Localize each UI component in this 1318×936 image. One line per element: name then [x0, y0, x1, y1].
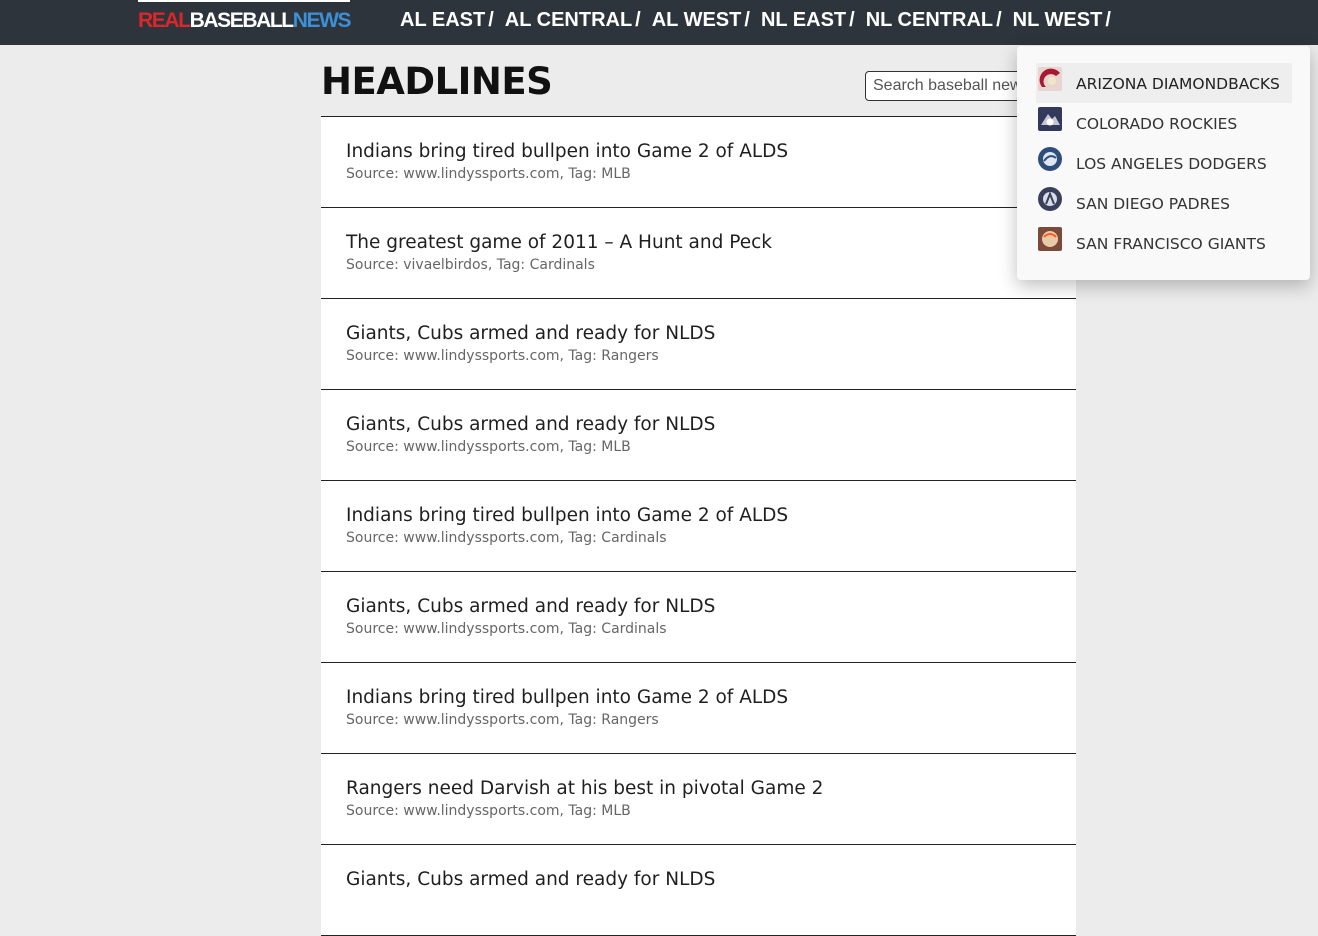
headline-meta: Source: www.lindyssports.com, Tag: MLB: [346, 439, 631, 455]
dropdown-item-colorado-rockies[interactable]: COLORADO ROCKIES: [1036, 103, 1292, 143]
headline-title[interactable]: Indians bring tired bullpen into Game 2 …: [346, 505, 788, 526]
dropdown-item-label: LOS ANGELES DODGERS: [1076, 155, 1267, 173]
headline-meta: Source: www.lindyssports.com, Tag: Range…: [346, 348, 659, 364]
headline-row[interactable]: Giants, Cubs armed and ready for NLDS: [321, 845, 1076, 936]
team-dropdown-menu: ARIZONA DIAMONDBACKS COLORADO ROCKIES LO…: [1017, 46, 1310, 280]
dropdown-item-label: SAN FRANCISCO GIANTS: [1076, 235, 1266, 253]
division-nav: AL EAST / AL CENTRAL / AL WEST / NL EAST / N…: [400, 0, 1122, 40]
headline-title[interactable]: Giants, Cubs armed and ready for NLDS: [346, 414, 715, 435]
headline-row[interactable]: Indians bring tired bullpen into Game 2 …: [321, 663, 1076, 754]
headline-title[interactable]: Rangers need Darvish at his best in pivo…: [346, 778, 823, 799]
dropdown-item-arizona-diamondbacks[interactable]: ARIZONA DIAMONDBACKS: [1036, 63, 1292, 103]
headline-row[interactable]: Giants, Cubs armed and ready for NLDS So…: [321, 390, 1076, 481]
headline-title[interactable]: Indians bring tired bullpen into Game 2 …: [346, 141, 788, 162]
dropdown-item-label: ARIZONA DIAMONDBACKS: [1076, 75, 1280, 93]
nav-nl-west[interactable]: NL WEST /: [1013, 9, 1111, 32]
headline-row[interactable]: Giants, Cubs armed and ready for NLDS So…: [321, 299, 1076, 390]
rockies-logo-icon: [1038, 107, 1062, 131]
nav-nl-central[interactable]: NL CENTRAL /: [866, 9, 1002, 32]
logo-text-news: NEWS: [292, 9, 352, 32]
logo-text-baseball: BASEBALL: [189, 9, 295, 32]
diamondbacks-logo-icon: [1038, 67, 1062, 91]
headline-title[interactable]: Indians bring tired bullpen into Game 2 …: [346, 687, 788, 708]
headline-meta: Source: www.lindyssports.com, Tag: Cardi…: [346, 621, 667, 637]
site-logo[interactable]: REALBASEBALLNEWS: [138, 0, 352, 32]
giants-logo-icon: [1038, 227, 1062, 251]
headline-meta: Source: vivaelbirdos, Tag: Cardinals: [346, 257, 595, 273]
dropdown-item-san-diego-padres[interactable]: SAN DIEGO PADRES: [1036, 183, 1292, 223]
headline-meta: Source: www.lindyssports.com, Tag: MLB: [346, 803, 631, 819]
headline-title[interactable]: Giants, Cubs armed and ready for NLDS: [346, 323, 715, 344]
headline-list: Indians bring tired bullpen into Game 2 …: [321, 116, 1076, 936]
headline-meta: Source: www.lindyssports.com, Tag: Cardi…: [346, 530, 667, 546]
headline-title[interactable]: The greatest game of 2011 – A Hunt and P…: [346, 232, 772, 253]
dropdown-item-san-francisco-giants[interactable]: SAN FRANCISCO GIANTS: [1036, 223, 1292, 263]
nav-nl-east[interactable]: NL EAST /: [761, 9, 855, 32]
dropdown-item-label: COLORADO ROCKIES: [1076, 115, 1238, 133]
headline-row[interactable]: Indians bring tired bullpen into Game 2 …: [321, 481, 1076, 572]
headline-row[interactable]: Giants, Cubs armed and ready for NLDS So…: [321, 572, 1076, 663]
nav-al-central[interactable]: AL CENTRAL /: [505, 9, 641, 32]
headline-row[interactable]: The greatest game of 2011 – A Hunt and P…: [321, 208, 1076, 299]
dropdown-item-label: SAN DIEGO PADRES: [1076, 195, 1230, 213]
logo-text-real: REAL: [138, 9, 191, 32]
headline-meta: Source: www.lindyssports.com, Tag: MLB: [346, 166, 631, 182]
headline-meta: Source: www.lindyssports.com, Tag: Range…: [346, 712, 659, 728]
dodgers-logo-icon: [1038, 147, 1062, 171]
headline-row[interactable]: Indians bring tired bullpen into Game 2 …: [321, 117, 1076, 208]
nav-al-east[interactable]: AL EAST /: [400, 9, 494, 32]
top-nav-bar: REALBASEBALLNEWS AL EAST / AL CENTRAL / AL…: [0, 0, 1318, 45]
dropdown-item-los-angeles-dodgers[interactable]: LOS ANGELES DODGERS: [1036, 143, 1292, 183]
headline-title[interactable]: Giants, Cubs armed and ready for NLDS: [346, 596, 715, 617]
headline-row[interactable]: Rangers need Darvish at his best in pivo…: [321, 754, 1076, 845]
padres-logo-icon: [1038, 187, 1062, 211]
headline-title[interactable]: Giants, Cubs armed and ready for NLDS: [346, 869, 715, 890]
nav-al-west[interactable]: AL WEST /: [652, 9, 750, 32]
page-title: HEADLINES: [321, 60, 553, 103]
